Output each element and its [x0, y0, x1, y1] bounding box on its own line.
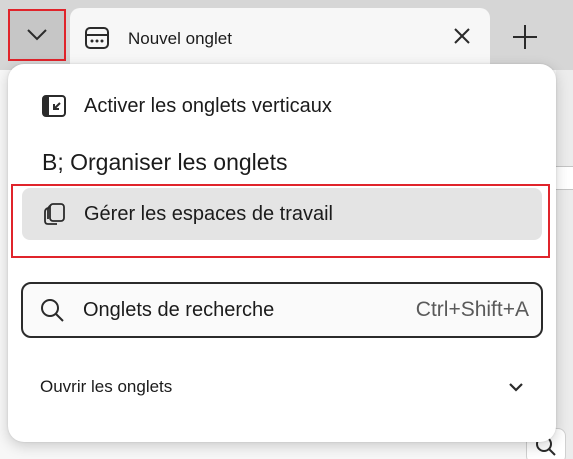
tab-new-tab[interactable]: Nouvel onglet — [70, 8, 490, 70]
tab-strip: Nouvel onglet — [0, 0, 573, 70]
chevron-down-icon[interactable] — [506, 377, 526, 397]
open-tabs-label: Ouvrir les onglets — [40, 377, 173, 396]
menu-item-label: Activer les onglets verticaux — [84, 94, 332, 117]
plus-icon[interactable] — [510, 22, 540, 52]
new-tab-page-icon — [85, 27, 109, 49]
search-icon — [41, 299, 64, 322]
search-shortcut: Ctrl+Shift+A — [415, 298, 529, 321]
menu-item-label: B; Organiser les onglets — [42, 148, 288, 175]
vertical-tabs-icon — [42, 95, 66, 117]
close-icon[interactable] — [452, 26, 472, 46]
menu-item-manage-workspaces[interactable]: Gérer les espaces de travail — [22, 188, 542, 240]
tab-actions-menu: Activer les onglets verticaux B; Organis… — [8, 64, 556, 442]
search-placeholder: Onglets de recherche — [83, 298, 275, 321]
tab-title: Nouvel onglet — [128, 29, 232, 48]
tab-actions-menu-button[interactable] — [8, 9, 66, 61]
search-tabs-input[interactable]: Onglets de recherche Ctrl+Shift+A — [21, 282, 543, 338]
open-tabs-section[interactable]: Ouvrir les onglets — [22, 368, 542, 406]
menu-item-vertical-tabs[interactable]: Activer les onglets verticaux — [22, 80, 542, 132]
chevron-down-icon — [27, 29, 47, 41]
menu-item-label: Gérer les espaces de travail — [84, 202, 334, 225]
page-edge — [556, 70, 573, 459]
workspaces-icon — [44, 203, 65, 225]
menu-item-organize-tabs[interactable]: B; Organiser les onglets — [22, 136, 542, 188]
